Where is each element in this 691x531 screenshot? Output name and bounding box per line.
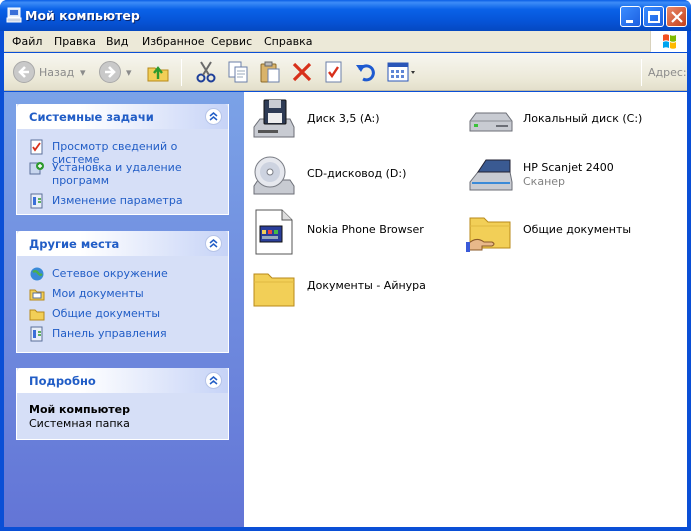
folder-icon — [29, 306, 45, 322]
toolbar-separator — [641, 59, 642, 86]
nokia-browser-icon — [250, 208, 298, 256]
item-name: Документы - Айнура — [307, 279, 426, 292]
place-label: Сетевое окружение — [52, 267, 168, 280]
windows-logo-icon — [650, 31, 687, 52]
window-border — [0, 527, 691, 531]
back-dropdown-icon[interactable]: ▾ — [80, 66, 86, 79]
properties-icon[interactable] — [322, 60, 346, 84]
views-icon[interactable] — [386, 60, 418, 84]
toolbar: Назад ▾ ▾ Адрес: — [4, 53, 687, 91]
item-name: CD-дисковод (D:) — [307, 167, 407, 180]
my-documents-icon — [29, 286, 45, 302]
item-name: Nokia Phone Browser — [307, 223, 424, 236]
control-panel-icon — [29, 326, 45, 342]
explorer-window: Мой компьютер Файл Правка Вид Избранное … — [0, 0, 691, 531]
detail-name: Мой компьютер — [29, 403, 131, 416]
toolbar-separator — [181, 59, 182, 86]
system-info-icon — [29, 139, 45, 155]
forward-arrow-icon[interactable] — [98, 60, 122, 84]
item-name: HP Scanjet 2400 — [523, 161, 614, 174]
task-label: Изменение параметра — [52, 194, 183, 207]
window-title: Мой компьютер — [25, 8, 140, 23]
computer-icon — [6, 7, 22, 23]
task-label: Установка и удаление программ — [52, 161, 182, 187]
folder-icon — [250, 264, 298, 312]
close-button[interactable] — [666, 6, 687, 27]
details-header[interactable]: Подробно — [17, 368, 228, 393]
menu-file[interactable]: Файл — [12, 35, 42, 48]
item-name: Локальный диск (C:) — [523, 112, 643, 125]
place-label: Мои документы — [52, 287, 144, 300]
copy-icon[interactable] — [226, 60, 250, 84]
add-remove-icon — [29, 160, 45, 176]
network-icon — [29, 266, 45, 282]
title-bar[interactable]: Мой компьютер — [0, 0, 691, 31]
collapse-icon[interactable] — [205, 235, 222, 252]
panel-title: Системные задачи — [29, 110, 154, 124]
cd-drive-icon — [250, 152, 298, 200]
menu-edit[interactable]: Правка — [54, 35, 96, 48]
folder-up-icon[interactable] — [146, 60, 170, 84]
system-tasks-panel: Системные задачи Просмотр сведений о сис… — [16, 104, 229, 215]
hard-drive-icon — [466, 97, 514, 145]
other-places-header[interactable]: Другие места — [17, 231, 228, 256]
item-cd-drive[interactable]: CD-дисковод (D:) — [250, 152, 450, 202]
panel-title: Другие места — [29, 237, 120, 251]
item-local-disk[interactable]: Локальный диск (C:) — [466, 97, 676, 147]
address-label: Адрес: — [648, 66, 687, 79]
shared-folder-icon — [466, 208, 514, 256]
menu-favorites[interactable]: Избранное — [142, 35, 204, 48]
menu-tools[interactable]: Сервис — [211, 35, 252, 48]
item-name: Общие документы — [523, 223, 632, 236]
details-panel: Подробно Мой компьютер Системная папка — [16, 368, 229, 440]
item-subtitle: Сканер — [523, 175, 566, 188]
control-panel-icon — [29, 193, 45, 209]
item-shared-documents[interactable]: Общие документы — [466, 208, 676, 258]
scanner-icon — [466, 152, 514, 200]
detail-type: Системная папка — [29, 417, 130, 430]
item-scanner[interactable]: HP Scanjet 2400 Сканер — [466, 152, 676, 202]
item-documents-ainura[interactable]: Документы - Айнура — [250, 264, 450, 314]
maximize-button[interactable] — [643, 6, 664, 27]
panel-title: Подробно — [29, 374, 96, 388]
item-nokia-browser[interactable]: Nokia Phone Browser — [250, 208, 450, 258]
content-pane: Диск 3,5 (A:) Локальный диск (C:) CD-дис… — [244, 92, 687, 527]
item-floppy[interactable]: Диск 3,5 (A:) — [250, 97, 450, 147]
back-label[interactable]: Назад — [39, 66, 74, 79]
other-places-panel: Другие места Сетевое окружение Мои докум — [16, 231, 229, 353]
delete-icon[interactable] — [290, 60, 314, 84]
collapse-icon[interactable] — [205, 372, 222, 389]
collapse-icon[interactable] — [205, 108, 222, 125]
place-label: Общие документы — [52, 307, 161, 320]
item-name: Диск 3,5 (A:) — [307, 112, 380, 125]
menu-view[interactable]: Вид — [106, 35, 128, 48]
minimize-button[interactable] — [620, 6, 641, 27]
place-label: Панель управления — [52, 327, 167, 340]
floppy-drive-icon — [250, 97, 298, 145]
menu-help[interactable]: Справка — [264, 35, 312, 48]
back-arrow-icon[interactable] — [12, 60, 36, 84]
system-tasks-header[interactable]: Системные задачи — [17, 104, 228, 129]
paste-icon[interactable] — [258, 60, 282, 84]
cut-icon[interactable] — [194, 60, 218, 84]
task-pane: Системные задачи Просмотр сведений о сис… — [4, 92, 244, 527]
forward-dropdown-icon[interactable]: ▾ — [126, 66, 132, 79]
menu-bar: Файл Правка Вид Избранное Сервис Справка — [4, 31, 687, 52]
undo-icon[interactable] — [354, 60, 378, 84]
